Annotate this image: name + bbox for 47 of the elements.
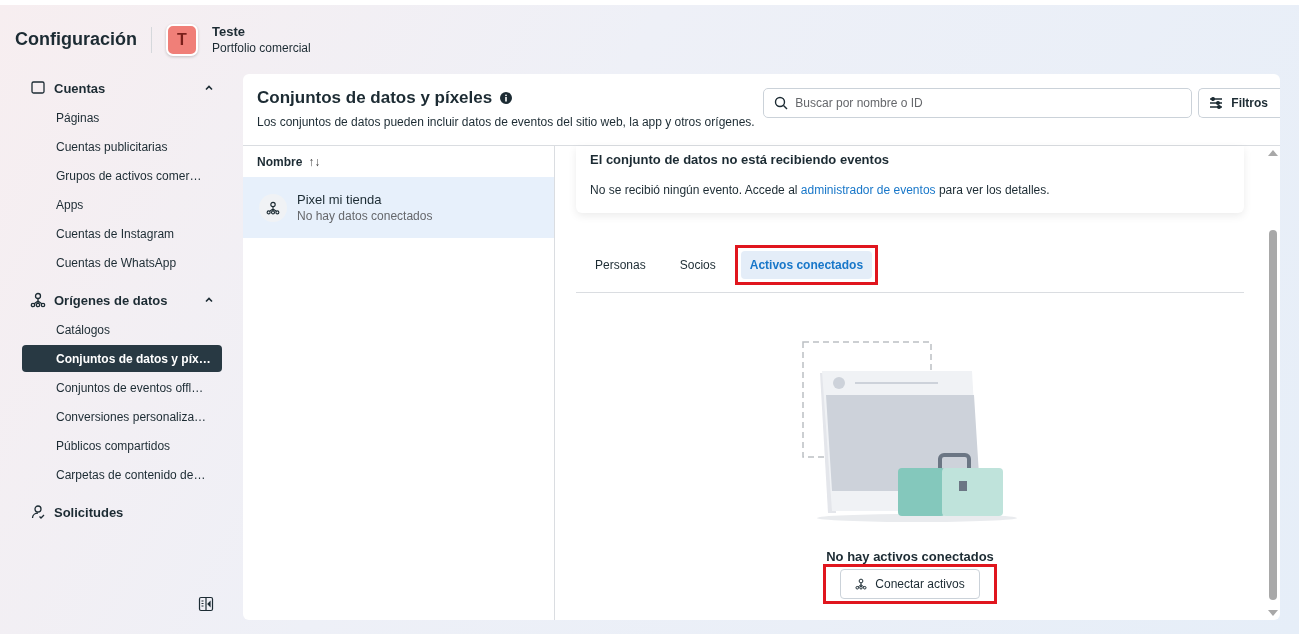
tab[interactable]: Socios	[670, 251, 725, 279]
sidebar-item[interactable]: Páginas	[22, 104, 222, 131]
search-icon	[774, 96, 789, 110]
portfolio-avatar[interactable]: T	[166, 23, 198, 56]
dataset-name: Pixel mi tienda	[297, 192, 383, 207]
info-icon[interactable]	[500, 92, 513, 104]
notice-text: No se recibió ningún evento. Accede al administrador de eventos para ver los detalles.	[590, 183, 1051, 197]
person-check-icon	[30, 504, 46, 520]
tab[interactable]: Personas	[586, 251, 655, 279]
sidebar-item[interactable]: Cuentas de WhatsApp	[22, 249, 222, 276]
dataset-row[interactable]: Pixel mi tienda No hay datos conectados	[243, 177, 554, 238]
page-title: Conjuntos de datos y píxeles	[257, 88, 493, 108]
sidebar-section[interactable]: Solicitudes	[54, 504, 214, 520]
column-header[interactable]: Nombre	[257, 154, 303, 169]
portfolio-subtitle: Portfolio comercial	[212, 41, 311, 55]
sliders-icon	[1209, 96, 1224, 110]
chevron-icon[interactable]	[204, 83, 214, 93]
sidebar-item[interactable]: Conjuntos de eventos offl…	[22, 374, 222, 401]
notice-title: El conjunto de datos no está recibiendo eventos	[590, 152, 891, 167]
nodes-icon	[259, 193, 287, 222]
sidebar-item[interactable]: Catálogos	[22, 316, 222, 343]
sidebar-item[interactable]: Cuentas publicitarias	[22, 133, 222, 160]
dataset-status: No hay datos conectados	[297, 209, 433, 223]
sort-toggle[interactable]: ↑↓	[308, 154, 321, 169]
nodes-icon	[855, 578, 868, 590]
sidebar-item[interactable]: Grupos de activos comer…	[22, 162, 222, 189]
search-field[interactable]: Buscar por nombre o ID	[763, 88, 1193, 118]
sidebar-item[interactable]: Conjuntos de datos y píx…	[22, 345, 222, 372]
sidebar-item[interactable]: Públicos compartidos	[22, 432, 222, 459]
sidebar-item[interactable]: Carpetas de contenido de…	[22, 461, 222, 488]
sidebar-item[interactable]: Conversiones personaliza…	[22, 403, 222, 430]
nodes-icon	[30, 292, 46, 308]
folder-icon	[30, 80, 46, 96]
portfolio-name: Teste	[212, 24, 246, 39]
empty-state-title: No hay activos conectados	[826, 549, 994, 564]
events-manager-link[interactable]: administrador de eventos	[800, 183, 936, 197]
settings-title: Configuración	[15, 29, 137, 50]
sidebar-section[interactable]: Orígenes de datos	[54, 292, 196, 308]
sidebar-item[interactable]: Cuentas de Instagram	[22, 220, 222, 247]
sidebar-item[interactable]: Apps	[22, 191, 222, 218]
collapse-panel-icon[interactable]	[198, 596, 214, 612]
sidebar-section[interactable]: Cuentas	[54, 80, 196, 96]
tab[interactable]: Activos conectados	[740, 251, 873, 279]
filters-button[interactable]: Filtros	[1198, 88, 1280, 118]
page-description: Los conjuntos de datos pueden incluir datos de eventos del sitio web, la app y otros orígenes.	[257, 115, 756, 129]
chevron-icon[interactable]	[204, 295, 214, 305]
connect-assets-button[interactable]: Conectar activos	[840, 569, 980, 599]
